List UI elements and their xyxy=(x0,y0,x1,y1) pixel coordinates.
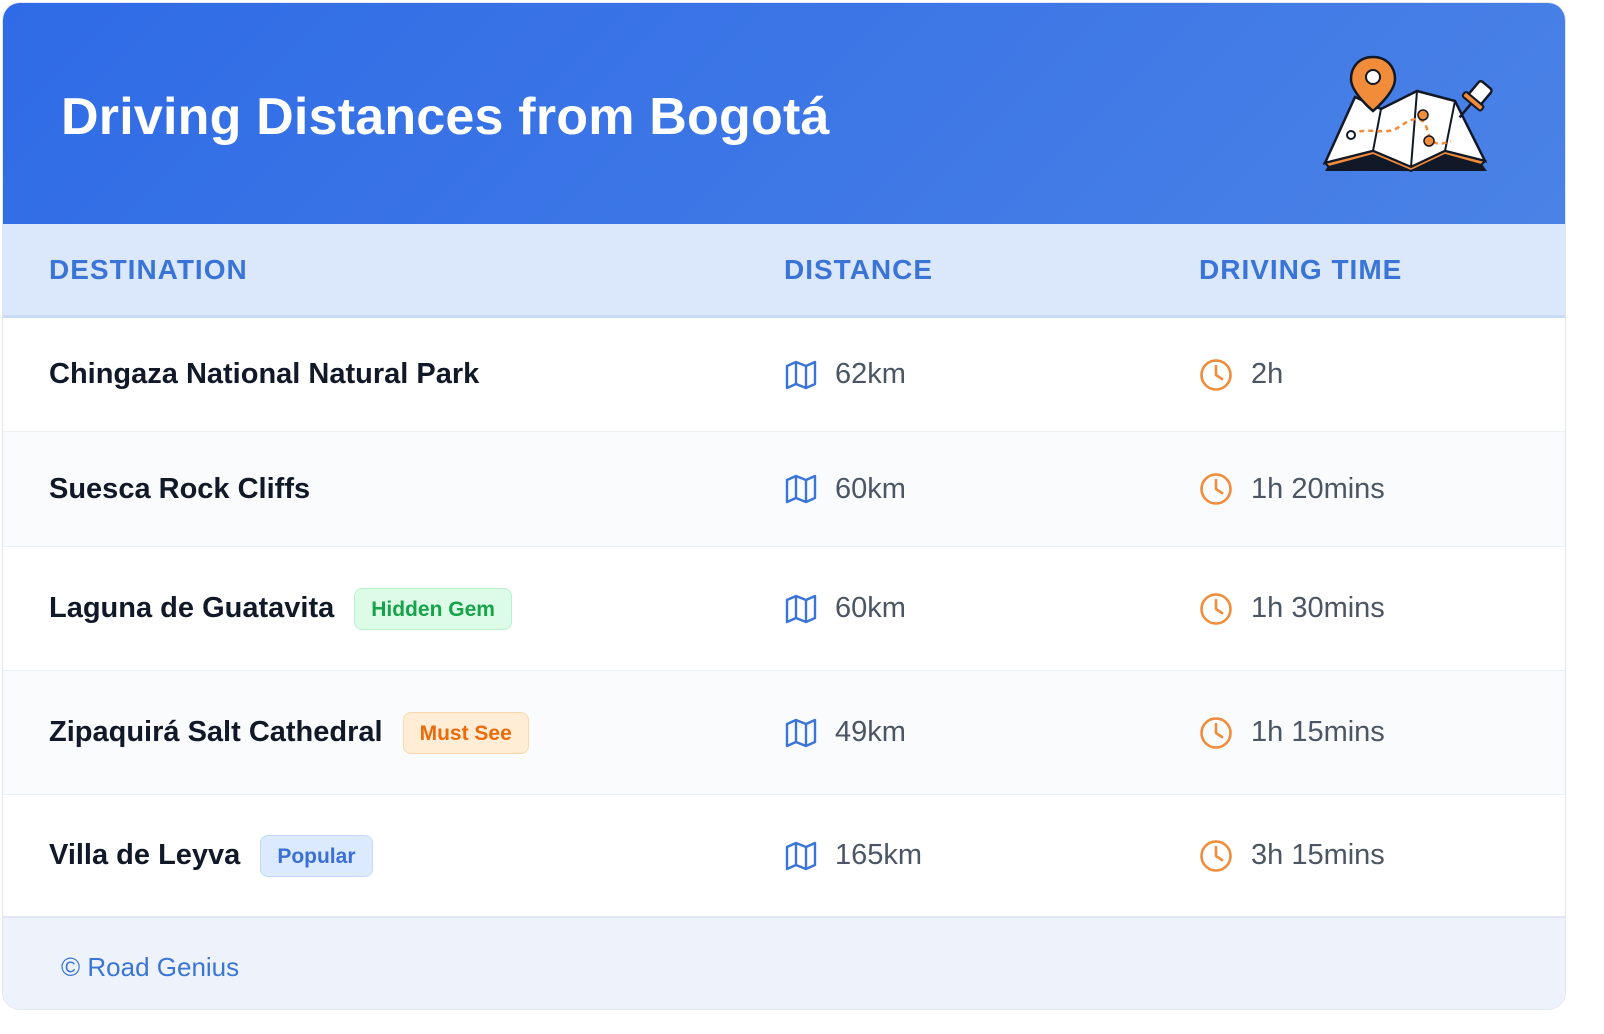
map-icon xyxy=(785,841,817,870)
distance-value: 60km xyxy=(835,472,906,505)
table-row: Villa de Leyva Popular 165km 3h 15mins xyxy=(3,795,1565,916)
map-with-pins-icon xyxy=(1322,55,1493,173)
destination-cell: Suesca Rock Cliffs xyxy=(49,432,310,546)
clock-icon xyxy=(1200,592,1232,625)
table-row: Suesca Rock Cliffs 60km 1h 20mins xyxy=(3,432,1565,547)
destination-name: Suesca Rock Cliffs xyxy=(49,472,311,505)
destination-name: Villa de Leyva xyxy=(49,839,241,871)
distance-value: 49km xyxy=(835,716,906,748)
time-cell: 2h xyxy=(1199,318,1283,431)
footer: © Road Genius xyxy=(3,916,1565,1009)
distance-table-card: Driving Distances from Bogotá DESTINATIO… xyxy=(2,2,1566,1010)
clock-icon xyxy=(1200,473,1232,505)
destination-cell: Laguna de Guatavita Hidden Gem xyxy=(49,547,512,670)
distance-cell: 165km xyxy=(785,795,922,916)
page-title: Driving Distances from Bogotá xyxy=(61,88,830,146)
distance-cell: 60km xyxy=(785,432,906,546)
must-see-badge: Must See xyxy=(402,711,529,754)
time-value: 1h 30mins xyxy=(1251,592,1385,624)
time-value: 1h 20mins xyxy=(1251,472,1385,505)
time-cell: 1h 15mins xyxy=(1199,671,1385,794)
distance-cell: 60km xyxy=(785,547,906,670)
popular-badge: Popular xyxy=(260,834,373,877)
distance-cell: 62km xyxy=(785,318,906,431)
clock-icon xyxy=(1200,358,1232,391)
destination-name: Zipaquirá Salt Cathedral xyxy=(49,716,383,748)
map-icon xyxy=(785,718,817,747)
map-icon xyxy=(785,474,817,504)
map-icon xyxy=(785,360,817,389)
table-row: Zipaquirá Salt Cathedral Must See 49km 1… xyxy=(3,671,1565,795)
table-row: Chingaza National Natural Park 62km 2h xyxy=(3,318,1565,432)
distance-value: 62km xyxy=(835,358,906,390)
distance-cell: 49km xyxy=(785,671,906,794)
footer-credit: © Road Genius xyxy=(61,952,240,982)
clock-icon xyxy=(1200,716,1232,749)
hidden-gem-badge: Hidden Gem xyxy=(354,587,512,630)
destination-name: Laguna de Guatavita xyxy=(49,592,335,624)
column-header-distance: DISTANCE xyxy=(784,254,934,285)
time-cell: 3h 15mins xyxy=(1199,795,1385,916)
time-value: 1h 15mins xyxy=(1251,716,1385,748)
destination-cell: Villa de Leyva Popular xyxy=(49,795,373,916)
distance-value: 165km xyxy=(835,839,923,871)
clock-icon xyxy=(1200,839,1232,872)
header-banner: Driving Distances from Bogotá xyxy=(3,3,1565,224)
table-header: DESTINATION DISTANCE DRIVING TIME xyxy=(3,224,1565,318)
destination-cell: Chingaza National Natural Park xyxy=(49,318,479,431)
table-row: Laguna de Guatavita Hidden Gem 60km 1h 3… xyxy=(3,547,1565,671)
destination-name: Chingaza National Natural Park xyxy=(49,358,480,390)
time-cell: 1h 20mins xyxy=(1199,432,1385,546)
column-header-driving-time: DRIVING TIME xyxy=(1199,254,1403,285)
map-icon xyxy=(785,594,817,623)
column-header-destination: DESTINATION xyxy=(49,254,248,285)
time-value: 3h 15mins xyxy=(1251,839,1385,871)
distance-value: 60km xyxy=(835,592,906,624)
time-cell: 1h 30mins xyxy=(1199,547,1385,670)
destination-cell: Zipaquirá Salt Cathedral Must See xyxy=(49,671,529,794)
time-value: 2h xyxy=(1251,358,1284,390)
